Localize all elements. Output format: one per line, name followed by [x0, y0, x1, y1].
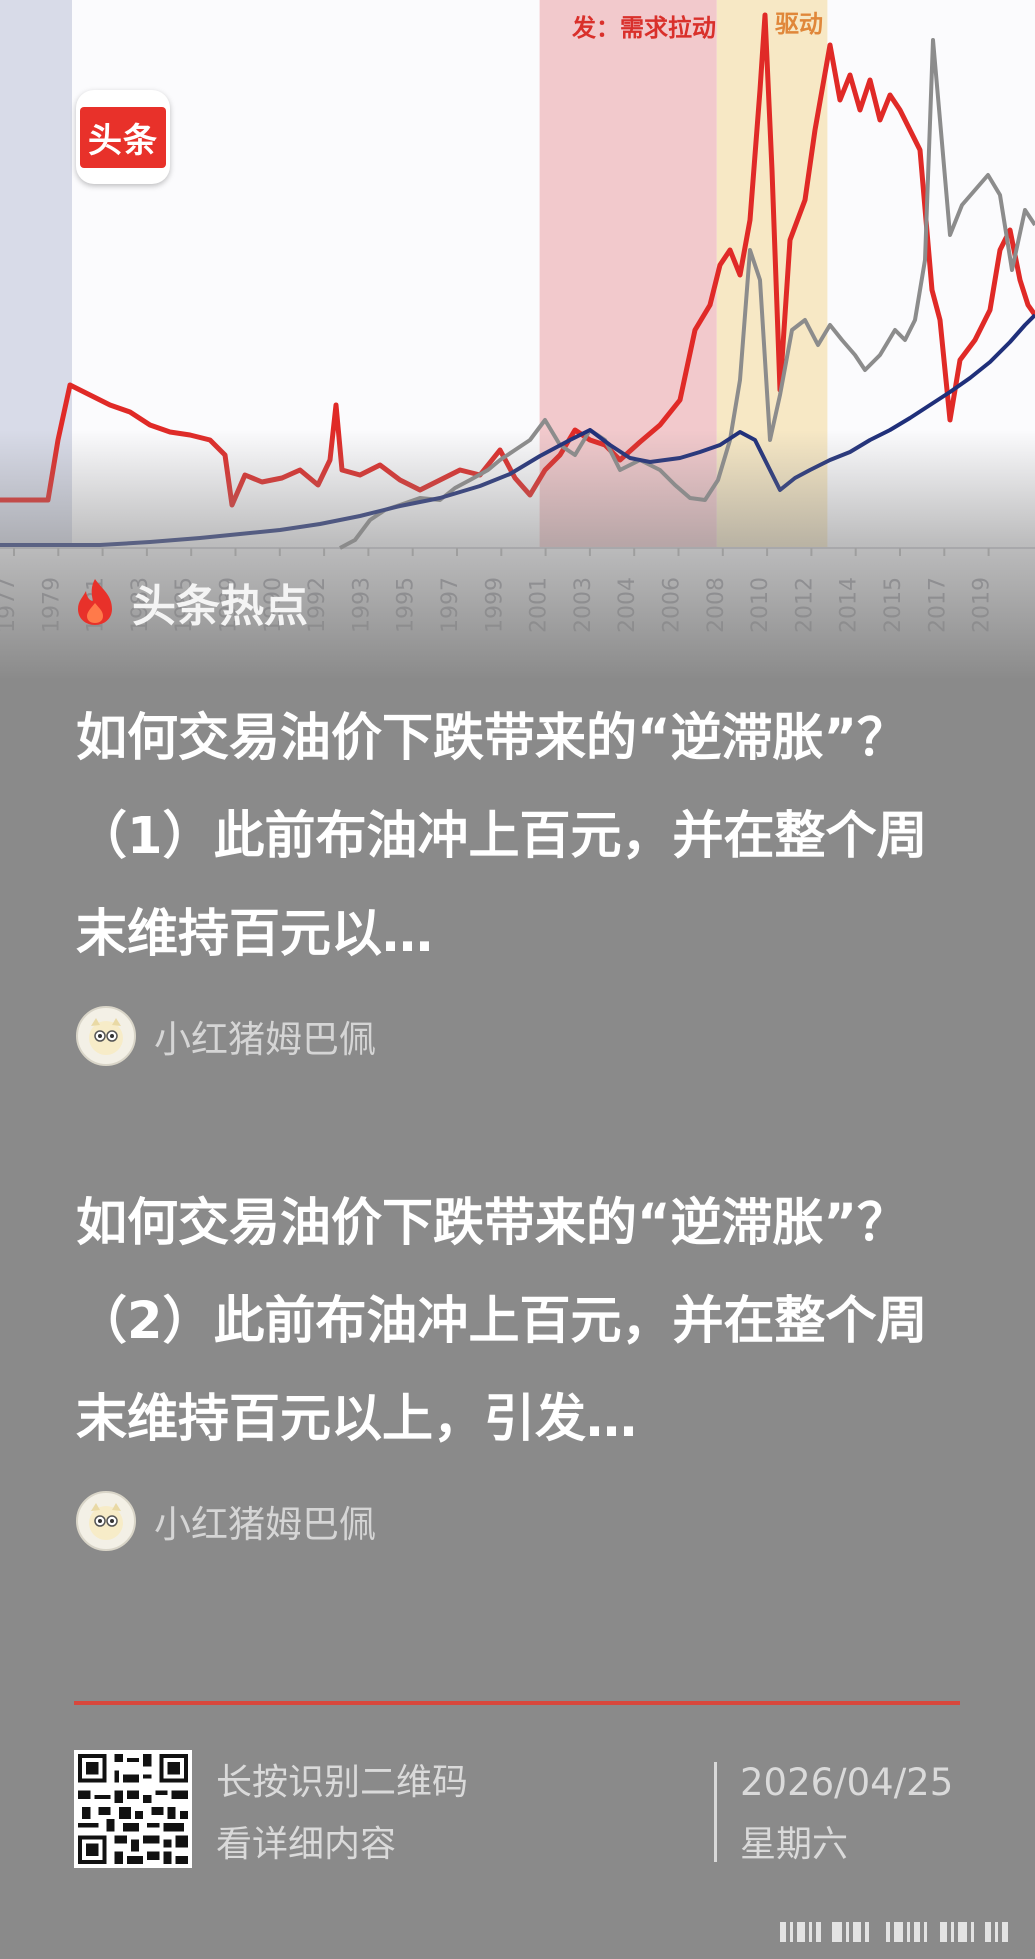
x-tick-label: 2012: [792, 577, 817, 633]
barcode-strip: [780, 1922, 1008, 1942]
x-tick-label: 1999: [482, 577, 507, 633]
x-tick-label: 2006: [660, 577, 685, 633]
chart-annotation: 发：需求拉动: [571, 14, 716, 42]
share-footer: 长按识别二维码 看详细内容 2026/04/25 星期六: [74, 1750, 964, 1880]
author-avatar: [76, 1491, 136, 1551]
x-tick-label: 2008: [704, 577, 729, 633]
shaded-region-2: [716, 0, 828, 548]
x-tick-label: 1979: [39, 577, 64, 633]
publish-weekday: 星期六: [740, 1824, 849, 1865]
hot-section-header: 头条热点: [72, 570, 308, 634]
qr-line-1: 长按识别二维码: [216, 1762, 469, 1803]
qr-line-2: 看详细内容: [216, 1824, 397, 1865]
x-tick-label: 1977: [0, 577, 20, 633]
author-row: 小红猪姆巴佩: [76, 1006, 966, 1066]
x-tick-label: 2015: [881, 577, 906, 633]
footer-divider: [74, 1701, 960, 1705]
flame-icon: [78, 579, 112, 625]
qr-code[interactable]: [74, 1750, 192, 1868]
article-card-1[interactable]: 如何交易油价下跌带来的“逆滞胀”？（1）此前布油冲上百元，并在整个周末维持百元以…: [76, 690, 966, 1066]
x-tick-label: 2004: [615, 577, 640, 633]
x-tick-label: 2017: [925, 577, 950, 633]
author-name[interactable]: 小红猪姆巴佩: [154, 1494, 376, 1548]
logo-text: 头条: [80, 106, 166, 168]
section-label: 头条热点: [132, 581, 308, 632]
author-name[interactable]: 小红猪姆巴佩: [154, 1009, 376, 1063]
chart-annotation: 驱动: [775, 10, 823, 38]
author-row: 小红猪姆巴佩: [76, 1491, 966, 1551]
x-tick-label: 2014: [837, 577, 862, 633]
footer-separator: [714, 1762, 717, 1862]
article-title[interactable]: 如何交易油价下跌带来的“逆滞胀”？（1）此前布油冲上百元，并在整个周末维持百元以…: [76, 690, 966, 984]
article-card-2[interactable]: 如何交易油价下跌带来的“逆滞胀”？（2）此前布油冲上百元，并在整个周末维持百元以…: [76, 1175, 966, 1551]
toutiao-logo: 头条: [76, 90, 170, 184]
qr-instruction: 长按识别二维码 看详细内容: [216, 1752, 468, 1876]
x-tick-label: 2001: [527, 577, 552, 633]
x-tick-label: 2003: [571, 577, 596, 633]
publish-date: 2026/04/25: [740, 1761, 954, 1804]
x-tick-label: 1993: [349, 577, 374, 633]
article-title[interactable]: 如何交易油价下跌带来的“逆滞胀”？（2）此前布油冲上百元，并在整个周末维持百元以…: [76, 1175, 966, 1469]
x-tick-label: 1995: [394, 577, 419, 633]
publish-date-block: 2026/04/25 星期六: [740, 1752, 953, 1876]
x-tick-label: 1997: [438, 577, 463, 633]
x-tick-label: 2019: [970, 577, 995, 633]
x-tick-label: 2010: [748, 577, 773, 633]
x-tick-label: 1992: [305, 577, 330, 633]
author-avatar: [76, 1006, 136, 1066]
